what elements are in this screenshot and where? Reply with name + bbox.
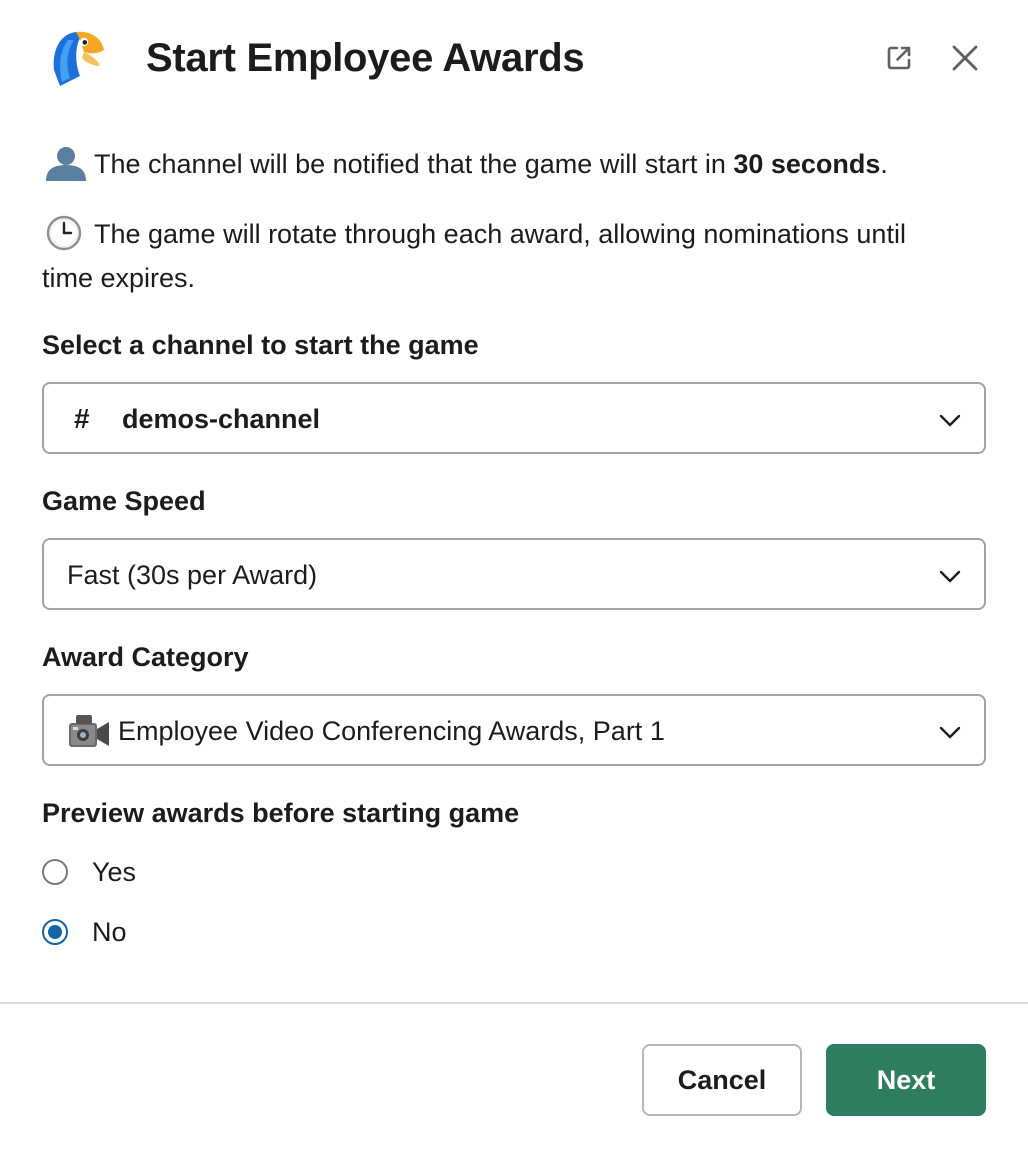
radio-button-no[interactable]	[42, 919, 68, 945]
notice-suffix: .	[880, 149, 888, 179]
modal-header: Start Employee Awards	[0, 0, 1028, 118]
footer-divider	[0, 1002, 1028, 1004]
hash-icon: #	[74, 403, 90, 434]
preview-option-yes[interactable]: Yes	[42, 852, 136, 892]
preview-option-no[interactable]: No	[42, 912, 127, 952]
speed-select[interactable]: Fast (30s per Award)	[42, 538, 986, 610]
radio-label-yes: Yes	[92, 857, 137, 887]
category-select-value: Employee Video Conferencing Awards, Part…	[118, 716, 665, 746]
chevron-down-icon	[939, 726, 961, 739]
speed-label: Game Speed	[42, 486, 206, 516]
category-label: Award Category	[42, 642, 249, 672]
preview-label: Preview awards before starting game	[42, 798, 520, 828]
chevron-down-icon	[939, 414, 961, 427]
notice-rotation: The game will rotate through each award,…	[42, 212, 962, 300]
clock-icon	[46, 215, 82, 251]
notice-channel-notification: The channel will be notified that the ga…	[42, 142, 992, 186]
radio-label-no: No	[92, 917, 127, 947]
cancel-button[interactable]: Cancel	[642, 1044, 802, 1116]
chevron-down-icon	[939, 570, 961, 583]
modal-title: Start Employee Awards	[146, 36, 585, 80]
notice-text: The channel will be notified that the ga…	[94, 149, 734, 179]
speed-select-value: Fast (30s per Award)	[67, 560, 318, 590]
rotation-text: The game will rotate through each award,…	[42, 219, 906, 293]
channel-label: Select a channel to start the game	[42, 330, 479, 360]
bust-in-silhouette-icon	[46, 147, 86, 181]
channel-select-value: demos-channel	[122, 404, 321, 434]
category-select[interactable]: Employee Video Conferencing Awards, Part…	[42, 694, 986, 766]
next-button[interactable]: Next	[826, 1044, 986, 1116]
parrot-logo-icon	[53, 31, 104, 86]
video-camera-icon	[69, 715, 109, 747]
channel-select[interactable]: # demos-channel	[42, 382, 986, 454]
close-icon[interactable]	[943, 36, 987, 80]
radio-button-yes[interactable]	[42, 859, 68, 885]
notice-time: 30 seconds	[733, 149, 881, 179]
external-link-icon[interactable]	[877, 36, 921, 80]
